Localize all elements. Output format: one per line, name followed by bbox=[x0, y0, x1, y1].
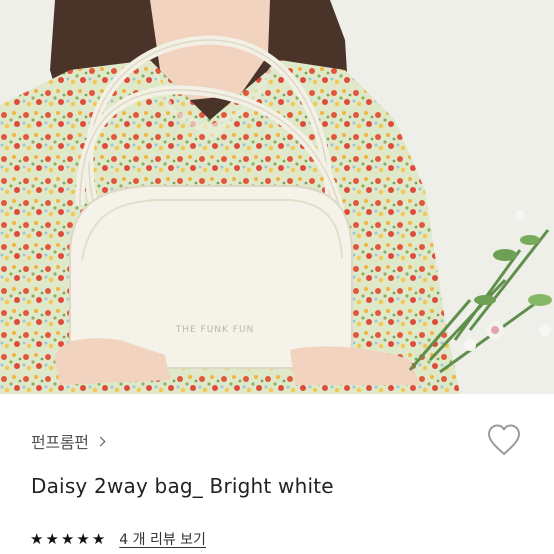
star-icon: ★ bbox=[91, 529, 106, 548]
wishlist-button[interactable] bbox=[486, 423, 522, 457]
star-icon: ★ bbox=[45, 529, 59, 548]
brand-link[interactable]: 펀프롬펀 bbox=[31, 428, 106, 454]
heart-outline-icon bbox=[488, 424, 520, 455]
product-photo-illustration: THE FUNK FUN bbox=[0, 0, 554, 394]
rating-stars: ★ ★ ★ ★ ★ bbox=[30, 529, 106, 548]
star-icon: ★ bbox=[30, 529, 44, 548]
review-link[interactable]: 4 개 리뷰 보기 bbox=[119, 529, 206, 549]
product-image[interactable]: THE FUNK FUN bbox=[0, 0, 554, 394]
rating-row: ★ ★ ★ ★ ★ 4 개 리뷰 보기 bbox=[30, 528, 206, 550]
chevron-right-icon bbox=[95, 436, 106, 446]
brand-name: 펀프롬펀 bbox=[31, 433, 89, 452]
product-title: Daisy 2way bag_ Bright white bbox=[31, 474, 334, 498]
star-icon: ★ bbox=[60, 529, 75, 548]
bag-brand-mark: THE FUNK FUN bbox=[175, 325, 255, 335]
star-icon: ★ bbox=[76, 529, 90, 548]
